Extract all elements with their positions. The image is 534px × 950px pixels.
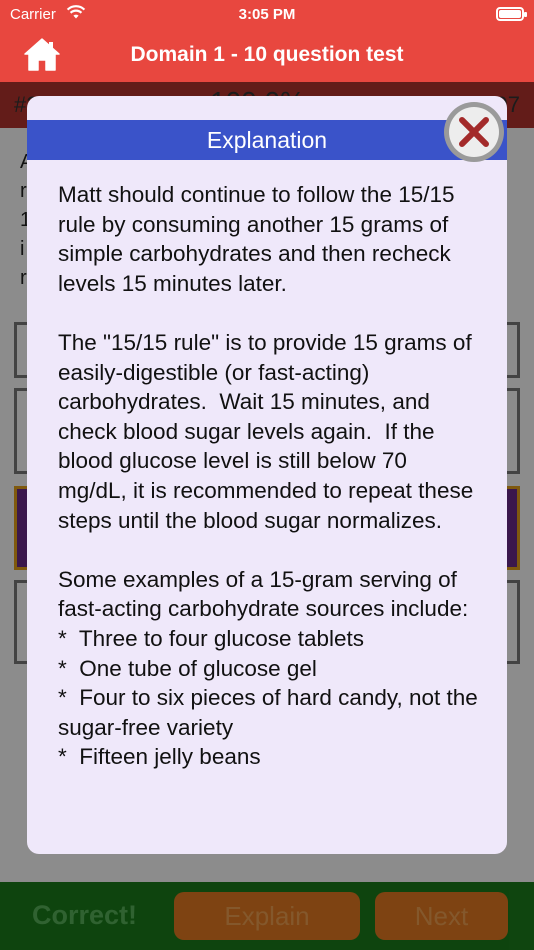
nav-bar: Domain 1 - 10 question test [0, 30, 534, 82]
bottom-dim-overlay [0, 882, 534, 950]
modal-title: Explanation [27, 120, 507, 160]
status-bar: Carrier 3:05 PM [0, 0, 534, 30]
explanation-text[interactable]: Matt should continue to follow the 15/15… [58, 180, 478, 816]
page-title: Domain 1 - 10 question test [130, 43, 404, 66]
status-time: 3:05 PM [238, 6, 296, 23]
close-x-icon [459, 117, 489, 147]
close-button[interactable] [444, 102, 504, 162]
battery-icon [496, 7, 527, 21]
explanation-modal: Explanation Matt should continue to foll… [27, 96, 507, 854]
